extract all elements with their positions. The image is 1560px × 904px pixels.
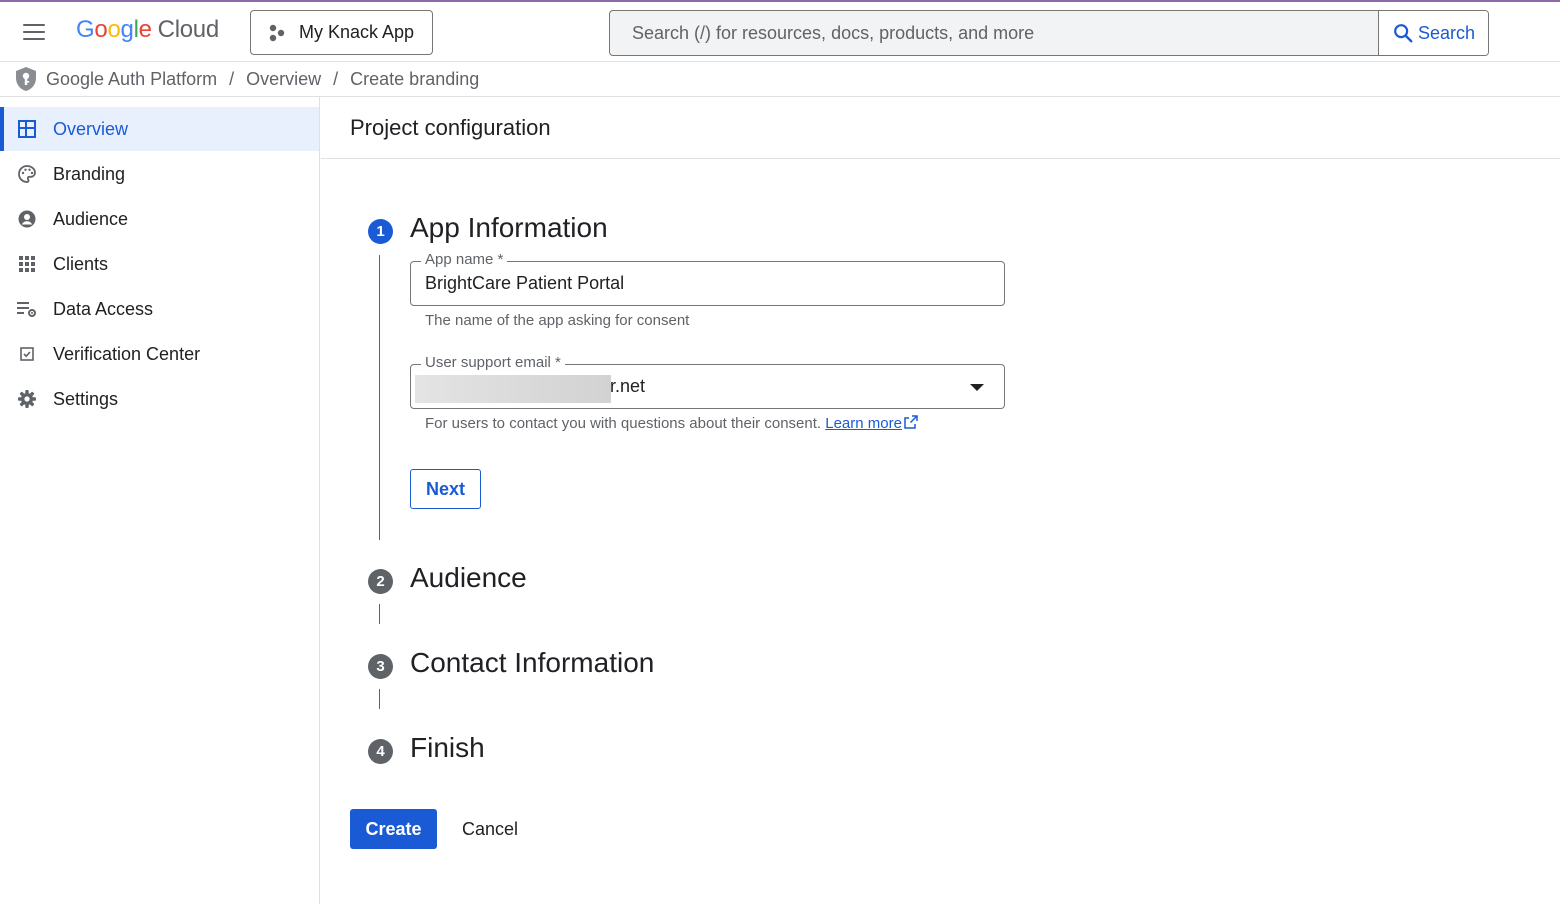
- breadcrumb-auth-platform[interactable]: Google Auth Platform: [46, 69, 217, 90]
- step-number-4: 4: [368, 739, 393, 764]
- sidebar-item-label: Settings: [53, 388, 119, 409]
- sidebar-item-branding[interactable]: Branding: [0, 152, 319, 196]
- auth-platform-shield-icon: [14, 66, 38, 92]
- breadcrumb: Google Auth Platform / Overview / Create…: [0, 62, 1560, 97]
- user-support-email-helper: For users to contact you with questions …: [425, 415, 918, 432]
- user-support-email-helper-text: For users to contact you with questions …: [425, 415, 822, 432]
- sidebar-item-label: Verification Center: [53, 343, 201, 364]
- breadcrumb-separator: /: [229, 68, 235, 89]
- checkbox-icon: [16, 343, 38, 365]
- project-name: My Knack App: [299, 22, 415, 42]
- search-button[interactable]: Search: [1378, 11, 1488, 55]
- breadcrumb-overview[interactable]: Overview: [246, 69, 321, 90]
- user-support-email-label: User support email *: [421, 354, 565, 371]
- sidebar-item-label: Clients: [53, 253, 109, 274]
- learn-more-label: Learn more: [825, 415, 902, 432]
- step-connector: [379, 689, 380, 709]
- hamburger-icon: [23, 24, 45, 26]
- gear-icon: [16, 388, 38, 410]
- sidebar-item-label: Overview: [53, 118, 129, 139]
- page-title: Project configuration: [350, 115, 551, 140]
- redacted-email-region: [415, 375, 611, 403]
- create-button[interactable]: Create: [350, 809, 437, 849]
- project-picker-button[interactable]: My Knack App: [250, 10, 433, 55]
- google-cloud-logo[interactable]: Google Cloud: [76, 16, 219, 44]
- sidebar-item-settings[interactable]: Settings: [0, 377, 319, 421]
- step-title-contact-information[interactable]: Contact Information: [410, 647, 654, 679]
- dropdown-arrow-icon[interactable]: [970, 384, 984, 391]
- palette-icon: [16, 163, 38, 185]
- search-input[interactable]: [610, 11, 1378, 55]
- app-name-helper-text: The name of the app asking for consent: [425, 312, 690, 329]
- app-name-field[interactable]: App name * BrightCare Patient Portal: [410, 251, 1005, 306]
- step-number-1: 1: [368, 219, 393, 244]
- account-circle-icon: [16, 208, 38, 230]
- top-bar: Google Cloud My Knack App Search: [0, 0, 1560, 62]
- sidebar-item-verification-center[interactable]: Verification Center: [0, 332, 319, 376]
- step-number-2: 2: [368, 569, 393, 594]
- learn-more-link[interactable]: Learn more: [825, 415, 902, 432]
- search-bar: Search: [609, 10, 1489, 56]
- sidebar-item-label: Audience: [53, 208, 129, 229]
- sidebar-item-audience[interactable]: Audience: [0, 197, 319, 241]
- user-support-email-value: r.net: [610, 376, 646, 396]
- step-title-audience[interactable]: Audience: [410, 562, 527, 594]
- project-icon: [267, 23, 287, 43]
- breadcrumb-current: Create branding: [350, 68, 480, 89]
- next-button[interactable]: Next: [410, 469, 481, 509]
- sidebar-item-label: Branding: [53, 163, 126, 184]
- app-name-label: App name *: [421, 251, 508, 268]
- step-connector: [379, 255, 380, 540]
- sidebar: Overview Branding Audience Clients Data …: [0, 97, 320, 904]
- breadcrumb-separator: /: [333, 68, 339, 89]
- step-number-3: 3: [368, 654, 393, 679]
- app-name-value[interactable]: BrightCare Patient Portal: [425, 273, 624, 294]
- main-header: Project configuration: [321, 97, 1560, 159]
- dashboard-icon: [16, 118, 38, 140]
- sidebar-item-overview[interactable]: Overview: [0, 107, 319, 151]
- step-connector: [379, 604, 380, 624]
- data-access-icon: [16, 298, 38, 320]
- step-title-finish[interactable]: Finish: [410, 732, 485, 764]
- cancel-button[interactable]: Cancel: [447, 809, 533, 849]
- apps-grid-icon: [16, 253, 38, 275]
- sidebar-item-label: Data Access: [53, 298, 154, 319]
- step-title-app-information[interactable]: App Information: [410, 212, 608, 244]
- sidebar-item-data-access[interactable]: Data Access: [0, 287, 319, 331]
- user-support-email-select[interactable]: User support email * r.net: [410, 354, 1005, 409]
- search-button-label: Search: [1417, 22, 1476, 43]
- external-link-icon: [904, 415, 918, 429]
- sidebar-item-clients[interactable]: Clients: [0, 242, 319, 286]
- search-icon: [1394, 24, 1413, 43]
- main-menu-button[interactable]: [20, 19, 50, 45]
